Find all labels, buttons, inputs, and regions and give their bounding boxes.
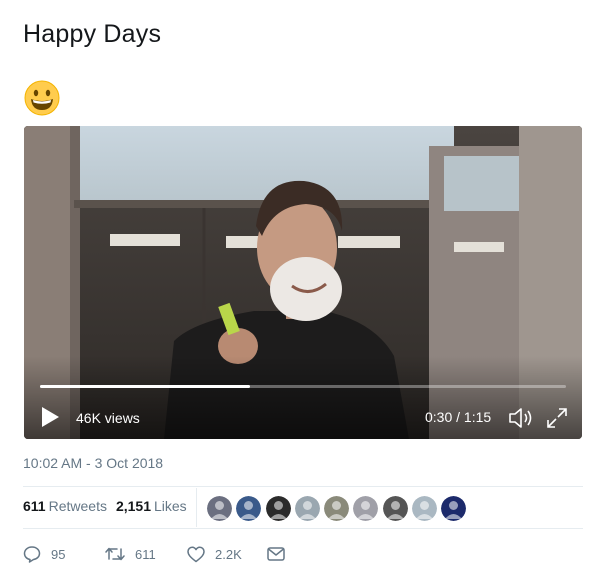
tweet-stats: 611 Retweets 2,151 Likes — [23, 498, 196, 514]
tweet-text: Happy Days — [23, 20, 162, 48]
retweets-stat[interactable]: 611 Retweets — [23, 498, 107, 514]
retweets-count: 611 — [23, 498, 46, 514]
video-player[interactable]: 46K views 0:30 / 1:15 — [24, 126, 582, 439]
reply-icon — [23, 546, 41, 563]
liker-avatar[interactable] — [382, 496, 408, 521]
reply-button[interactable]: 95 — [23, 545, 105, 563]
tweet-actions: 95 611 2.2K — [23, 545, 285, 563]
play-icon[interactable] — [39, 406, 61, 428]
volume-icon[interactable] — [508, 406, 534, 430]
grinning-face-emoji-icon — [24, 80, 60, 116]
retweet-button[interactable]: 611 — [105, 545, 187, 563]
liker-avatar[interactable] — [236, 496, 262, 521]
liker-avatar[interactable] — [353, 496, 379, 521]
tweet-timestamp[interactable]: 10:02 AM - 3 Oct 2018 — [23, 455, 163, 471]
retweet-count: 611 — [135, 546, 156, 562]
liker-avatar[interactable] — [265, 496, 291, 521]
like-count: 2.2K — [215, 546, 242, 562]
reply-count: 95 — [51, 546, 66, 562]
divider — [23, 486, 583, 487]
video-progress-bar[interactable] — [40, 385, 566, 388]
like-button[interactable]: 2.2K — [187, 545, 267, 563]
fullscreen-icon[interactable] — [546, 407, 568, 429]
stats-separator — [196, 488, 197, 527]
video-progress-fill — [40, 385, 251, 388]
heart-icon — [187, 545, 205, 562]
liker-avatar[interactable] — [207, 496, 232, 521]
direct-message-button[interactable] — [267, 546, 285, 562]
envelope-icon — [267, 547, 285, 561]
liker-avatars — [207, 496, 471, 521]
video-views: 46K views — [76, 410, 140, 426]
liker-avatar[interactable] — [441, 496, 467, 521]
retweets-label: Retweets — [48, 498, 107, 514]
likes-label: Likes — [154, 498, 187, 514]
liker-avatar[interactable] — [412, 496, 438, 521]
likes-stat[interactable]: 2,151 Likes — [116, 498, 187, 514]
liker-avatar[interactable] — [294, 496, 320, 521]
video-frame — [24, 126, 582, 439]
video-time: 0:30 / 1:15 — [425, 409, 492, 425]
retweet-icon — [105, 547, 125, 561]
liker-avatar[interactable] — [324, 496, 350, 521]
divider — [23, 528, 583, 529]
likes-count: 2,151 — [115, 498, 151, 514]
